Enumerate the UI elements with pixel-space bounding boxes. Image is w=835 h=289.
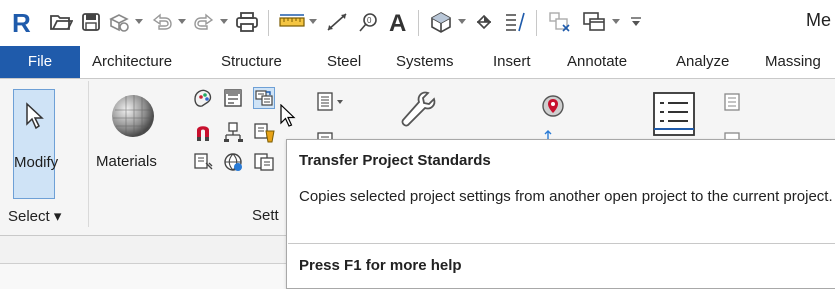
sync-icon[interactable] <box>108 8 130 36</box>
undo-icon[interactable] <box>150 8 174 36</box>
wrench-icon[interactable] <box>398 89 440 133</box>
modify-label: Modify <box>14 154 59 171</box>
panel-separator <box>88 81 89 227</box>
app-title: Me <box>806 10 832 30</box>
thin-lines-icon[interactable] <box>502 8 528 36</box>
tab-massing[interactable]: Massing <box>765 46 821 78</box>
customize-icon[interactable] <box>626 8 646 36</box>
tab-file[interactable]: File <box>0 46 80 78</box>
location-icon[interactable] <box>540 93 566 119</box>
print-icon[interactable] <box>234 8 260 36</box>
switch-windows-dropdown-icon[interactable] <box>610 16 622 28</box>
tag-icon[interactable]: 0 <box>356 8 380 36</box>
tab-analyze[interactable]: Analyze <box>676 46 729 78</box>
modify-button[interactable]: Modify <box>13 89 59 199</box>
toolbar-separator <box>418 10 419 36</box>
section-icon[interactable] <box>472 8 496 36</box>
browser-organization-icon[interactable] <box>722 91 744 113</box>
tooltip-description: Copies selected project settings from an… <box>299 188 833 205</box>
tab-annotate[interactable]: Annotate <box>567 46 627 78</box>
purge-unused-icon[interactable] <box>253 121 275 143</box>
select-arrow-icon <box>24 102 46 133</box>
svg-text:A: A <box>389 10 406 34</box>
close-windows-icon[interactable] <box>546 8 572 36</box>
quick-access-toolbar: R 0 A Me <box>0 0 835 46</box>
manage-views-icon[interactable] <box>652 91 696 137</box>
tab-steel[interactable]: Steel <box>327 46 361 78</box>
dimension-icon[interactable] <box>324 8 350 36</box>
project-units-icon[interactable] <box>192 151 214 173</box>
redo-icon[interactable] <box>192 8 216 36</box>
object-styles-icon[interactable] <box>192 87 214 109</box>
save-icon[interactable] <box>80 8 102 36</box>
tab-systems[interactable]: Systems <box>396 46 454 78</box>
toolbar-separator <box>536 10 537 36</box>
project-parameters-icon[interactable] <box>222 121 244 143</box>
shared-parameters-icon[interactable] <box>192 121 214 143</box>
tab-insert[interactable]: Insert <box>493 46 531 78</box>
measure-icon[interactable] <box>278 8 306 36</box>
tooltip: Transfer Project Standards Copies select… <box>286 139 835 289</box>
mouse-cursor-icon <box>280 103 296 131</box>
tooltip-help-text: Press F1 for more help <box>299 257 462 274</box>
switch-windows-icon[interactable] <box>580 8 608 36</box>
sync-dropdown-icon[interactable] <box>133 16 145 28</box>
additional-settings-icon[interactable] <box>316 91 346 113</box>
tooltip-divider <box>288 243 835 244</box>
3d-view-dropdown-icon[interactable] <box>456 16 468 28</box>
toolbar-separator <box>268 10 269 36</box>
ribbon-tab-bar: File Architecture Structure Steel System… <box>0 46 835 78</box>
materials-button[interactable]: Materials <box>96 89 164 199</box>
snaps-icon[interactable] <box>222 87 244 109</box>
undo-dropdown-icon[interactable] <box>176 16 188 28</box>
revit-logo-icon[interactable]: R <box>10 8 34 36</box>
settings-panel-label: Sett <box>252 207 279 224</box>
select-panel-dropdown[interactable]: Select ▾ <box>8 207 61 225</box>
svg-text:0: 0 <box>367 16 372 25</box>
measure-dropdown-icon[interactable] <box>307 16 319 28</box>
tab-architecture[interactable]: Architecture <box>92 46 172 78</box>
materials-sphere-icon <box>110 93 156 142</box>
project-information-icon[interactable] <box>253 151 275 173</box>
open-icon[interactable] <box>48 8 74 36</box>
text-icon[interactable]: A <box>386 8 412 36</box>
global-parameters-icon[interactable] <box>222 151 244 173</box>
svg-text:R: R <box>12 9 31 35</box>
tooltip-title: Transfer Project Standards <box>299 152 491 169</box>
transfer-project-standards-icon[interactable] <box>253 87 275 109</box>
materials-label: Materials <box>96 153 157 170</box>
redo-dropdown-icon[interactable] <box>218 16 230 28</box>
tab-structure[interactable]: Structure <box>221 46 282 78</box>
3d-view-icon[interactable] <box>428 8 454 36</box>
